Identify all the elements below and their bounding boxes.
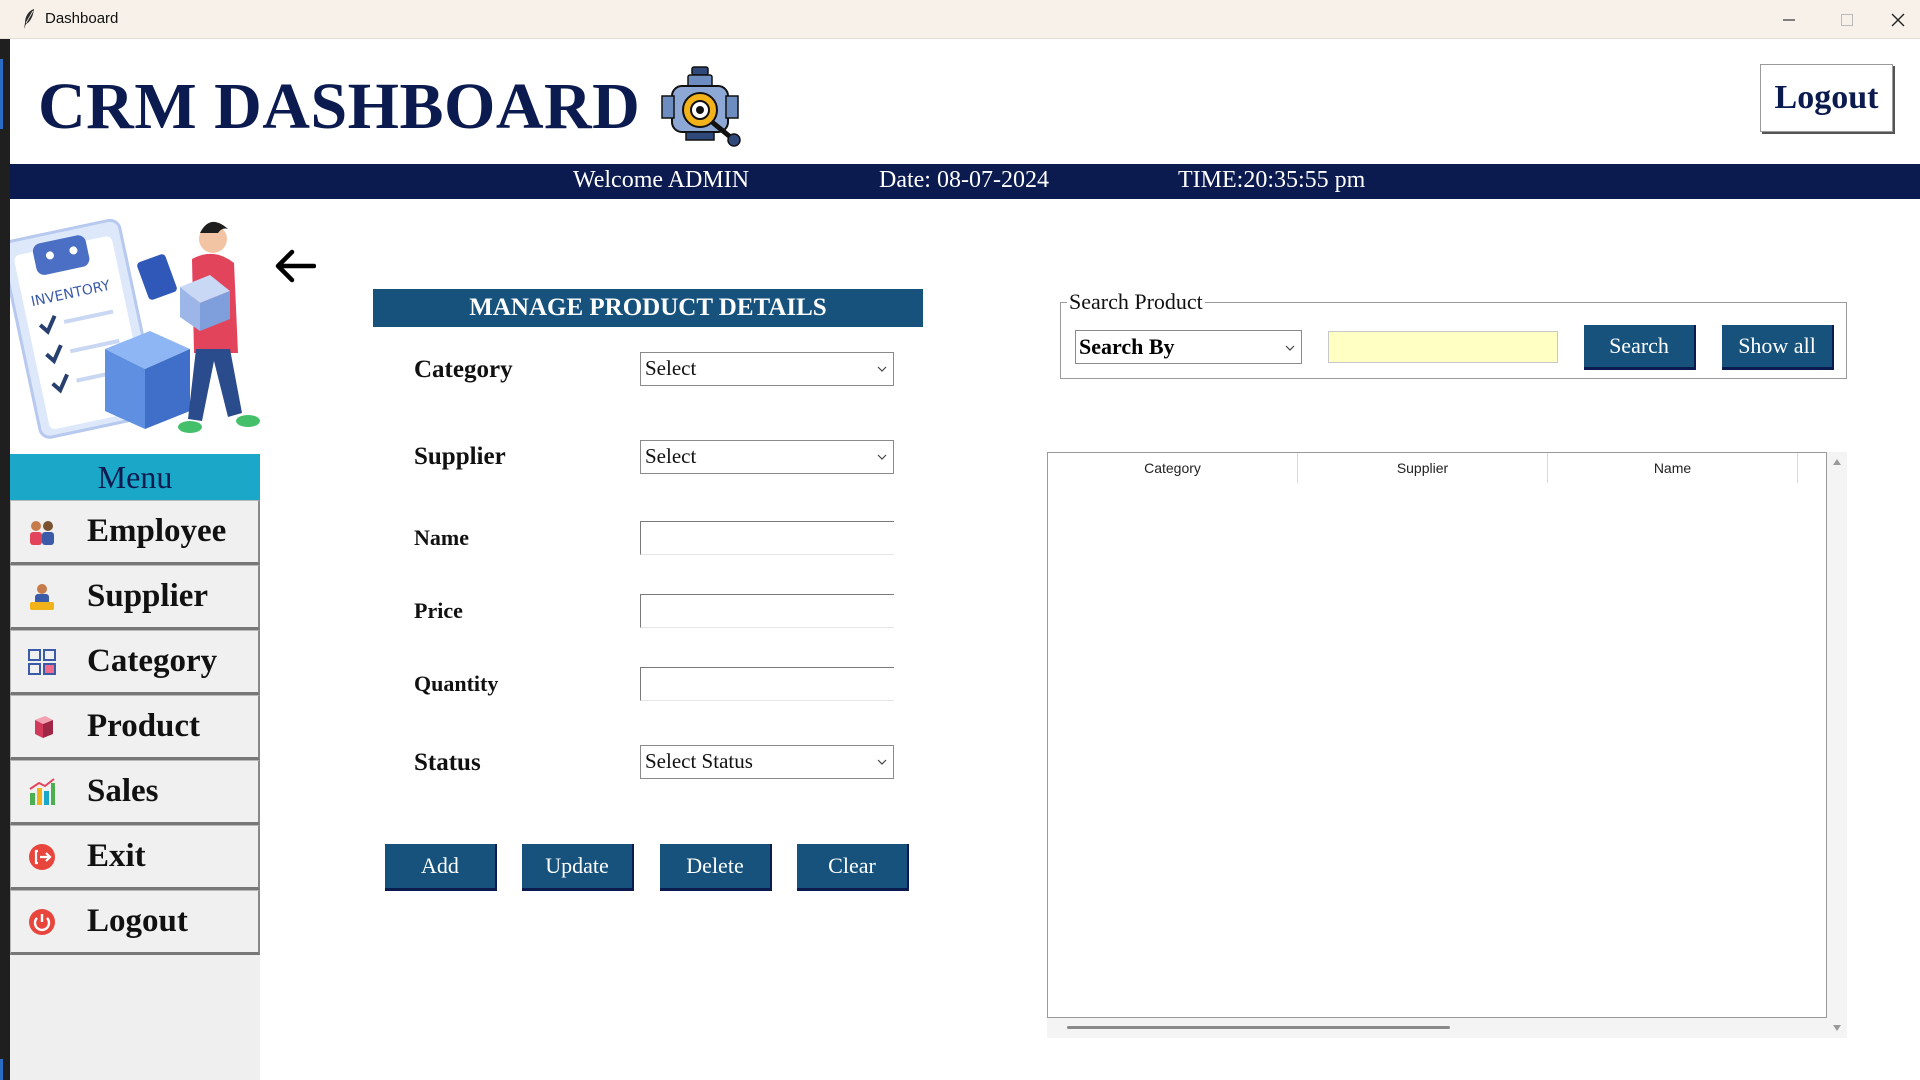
show-all-button[interactable]: Show all — [1722, 325, 1834, 370]
category-select[interactable]: Select — [640, 352, 894, 386]
supplier-icon — [25, 580, 59, 614]
chevron-down-icon — [877, 454, 887, 460]
delete-button[interactable]: Delete — [660, 844, 772, 891]
employee-icon — [25, 515, 59, 549]
table-header: Category Supplier Name — [1048, 453, 1798, 483]
price-label: Price — [414, 598, 463, 623]
sidebar-item-label: Product — [87, 708, 201, 744]
sidebar-item-exit[interactable]: Exit — [10, 825, 260, 890]
product-icon — [25, 710, 59, 744]
sidebar-item-label: Supplier — [87, 578, 209, 614]
search-input[interactable] — [1328, 331, 1558, 363]
feather-icon — [24, 9, 34, 29]
menu-title: Menu — [10, 454, 260, 500]
maximize-icon — [1841, 13, 1853, 26]
search-by-value: Search By — [1079, 334, 1175, 359]
quantity-label: Quantity — [414, 671, 499, 696]
sidebar-item-label: Category — [87, 643, 218, 679]
clear-button[interactable]: Clear — [797, 844, 909, 891]
search-legend: Search Product — [1067, 289, 1205, 315]
column-header-name[interactable]: Name — [1548, 453, 1798, 483]
sidebar-item-sales[interactable]: Sales — [10, 760, 260, 825]
sidebar-item-label: Logout — [87, 903, 188, 939]
engine-gear-icon — [661, 66, 741, 147]
logout-button-header[interactable]: Logout — [1760, 64, 1893, 132]
quantity-field[interactable] — [640, 667, 894, 701]
inventory-illustration: INVENTORY — [10, 199, 260, 454]
scroll-down-icon[interactable] — [1832, 1023, 1842, 1033]
close-button[interactable] — [1876, 0, 1920, 39]
table-body[interactable]: Category Supplier Name — [1047, 452, 1827, 1018]
window-titlebar: Dashboard — [0, 0, 1920, 39]
update-button[interactable]: Update — [522, 844, 634, 891]
app-header: CRM DASHBOARD Logout — [10, 39, 1920, 164]
horizontal-scrollbar-thumb[interactable] — [1067, 1026, 1450, 1029]
price-field[interactable] — [640, 594, 894, 628]
status-select[interactable]: Select Status — [640, 745, 894, 779]
category-select-value: Select — [645, 356, 697, 380]
supplier-label: Supplier — [414, 443, 506, 470]
sidebar-item-label: Employee — [87, 513, 227, 549]
exit-icon — [25, 840, 59, 874]
category-label: Category — [414, 356, 513, 383]
maximize-button[interactable] — [1818, 0, 1876, 39]
chevron-down-icon — [877, 366, 887, 372]
power-icon — [25, 905, 59, 939]
minimize-icon — [1783, 18, 1795, 21]
scroll-up-icon[interactable] — [1832, 457, 1842, 467]
search-button[interactable]: Search — [1584, 325, 1696, 370]
name-field[interactable] — [640, 521, 894, 555]
sidebar: INVENTORY Menu Employee Supplier Categor… — [10, 199, 260, 1080]
status-select-value: Select Status — [645, 749, 753, 773]
close-icon — [1891, 13, 1905, 26]
status-label: Status — [414, 749, 481, 776]
add-button[interactable]: Add — [385, 844, 497, 891]
chevron-down-icon — [877, 759, 887, 765]
page-title: CRM DASHBOARD — [38, 70, 641, 143]
sales-icon — [25, 775, 59, 809]
category-icon — [25, 645, 59, 679]
sidebar-item-supplier[interactable]: Supplier — [10, 565, 260, 630]
sidebar-item-label: Sales — [87, 773, 159, 809]
time-text: TIME:20:35:55 pm — [1178, 167, 1366, 193]
back-arrow-icon[interactable] — [272, 246, 316, 286]
sidebar-item-employee[interactable]: Employee — [10, 500, 260, 565]
search-by-select[interactable]: Search By — [1075, 330, 1302, 364]
chevron-down-icon — [1285, 345, 1295, 351]
sidebar-item-logout[interactable]: Logout — [10, 890, 260, 955]
column-header-category[interactable]: Category — [1048, 453, 1298, 483]
supplier-select[interactable]: Select — [640, 440, 894, 474]
date-text: Date: 08-07-2024 — [879, 167, 1049, 193]
form-title: MANAGE PRODUCT DETAILS — [373, 289, 923, 327]
sidebar-item-label: Exit — [87, 838, 146, 874]
window-title: Dashboard — [45, 10, 119, 27]
name-label: Name — [414, 525, 469, 550]
product-table[interactable]: Category Supplier Name — [1047, 452, 1847, 1038]
minimize-button[interactable] — [1760, 0, 1818, 39]
sidebar-item-category[interactable]: Category — [10, 630, 260, 695]
welcome-text: Welcome ADMIN — [573, 167, 750, 193]
desktop-edge — [0, 39, 10, 1080]
vertical-scrollbar[interactable] — [1827, 452, 1847, 1038]
supplier-select-value: Select — [645, 444, 697, 468]
sidebar-item-product[interactable]: Product — [10, 695, 260, 760]
info-bar: Welcome ADMIN Date: 08-07-2024 TIME:20:3… — [10, 164, 1920, 199]
column-header-supplier[interactable]: Supplier — [1298, 453, 1548, 483]
